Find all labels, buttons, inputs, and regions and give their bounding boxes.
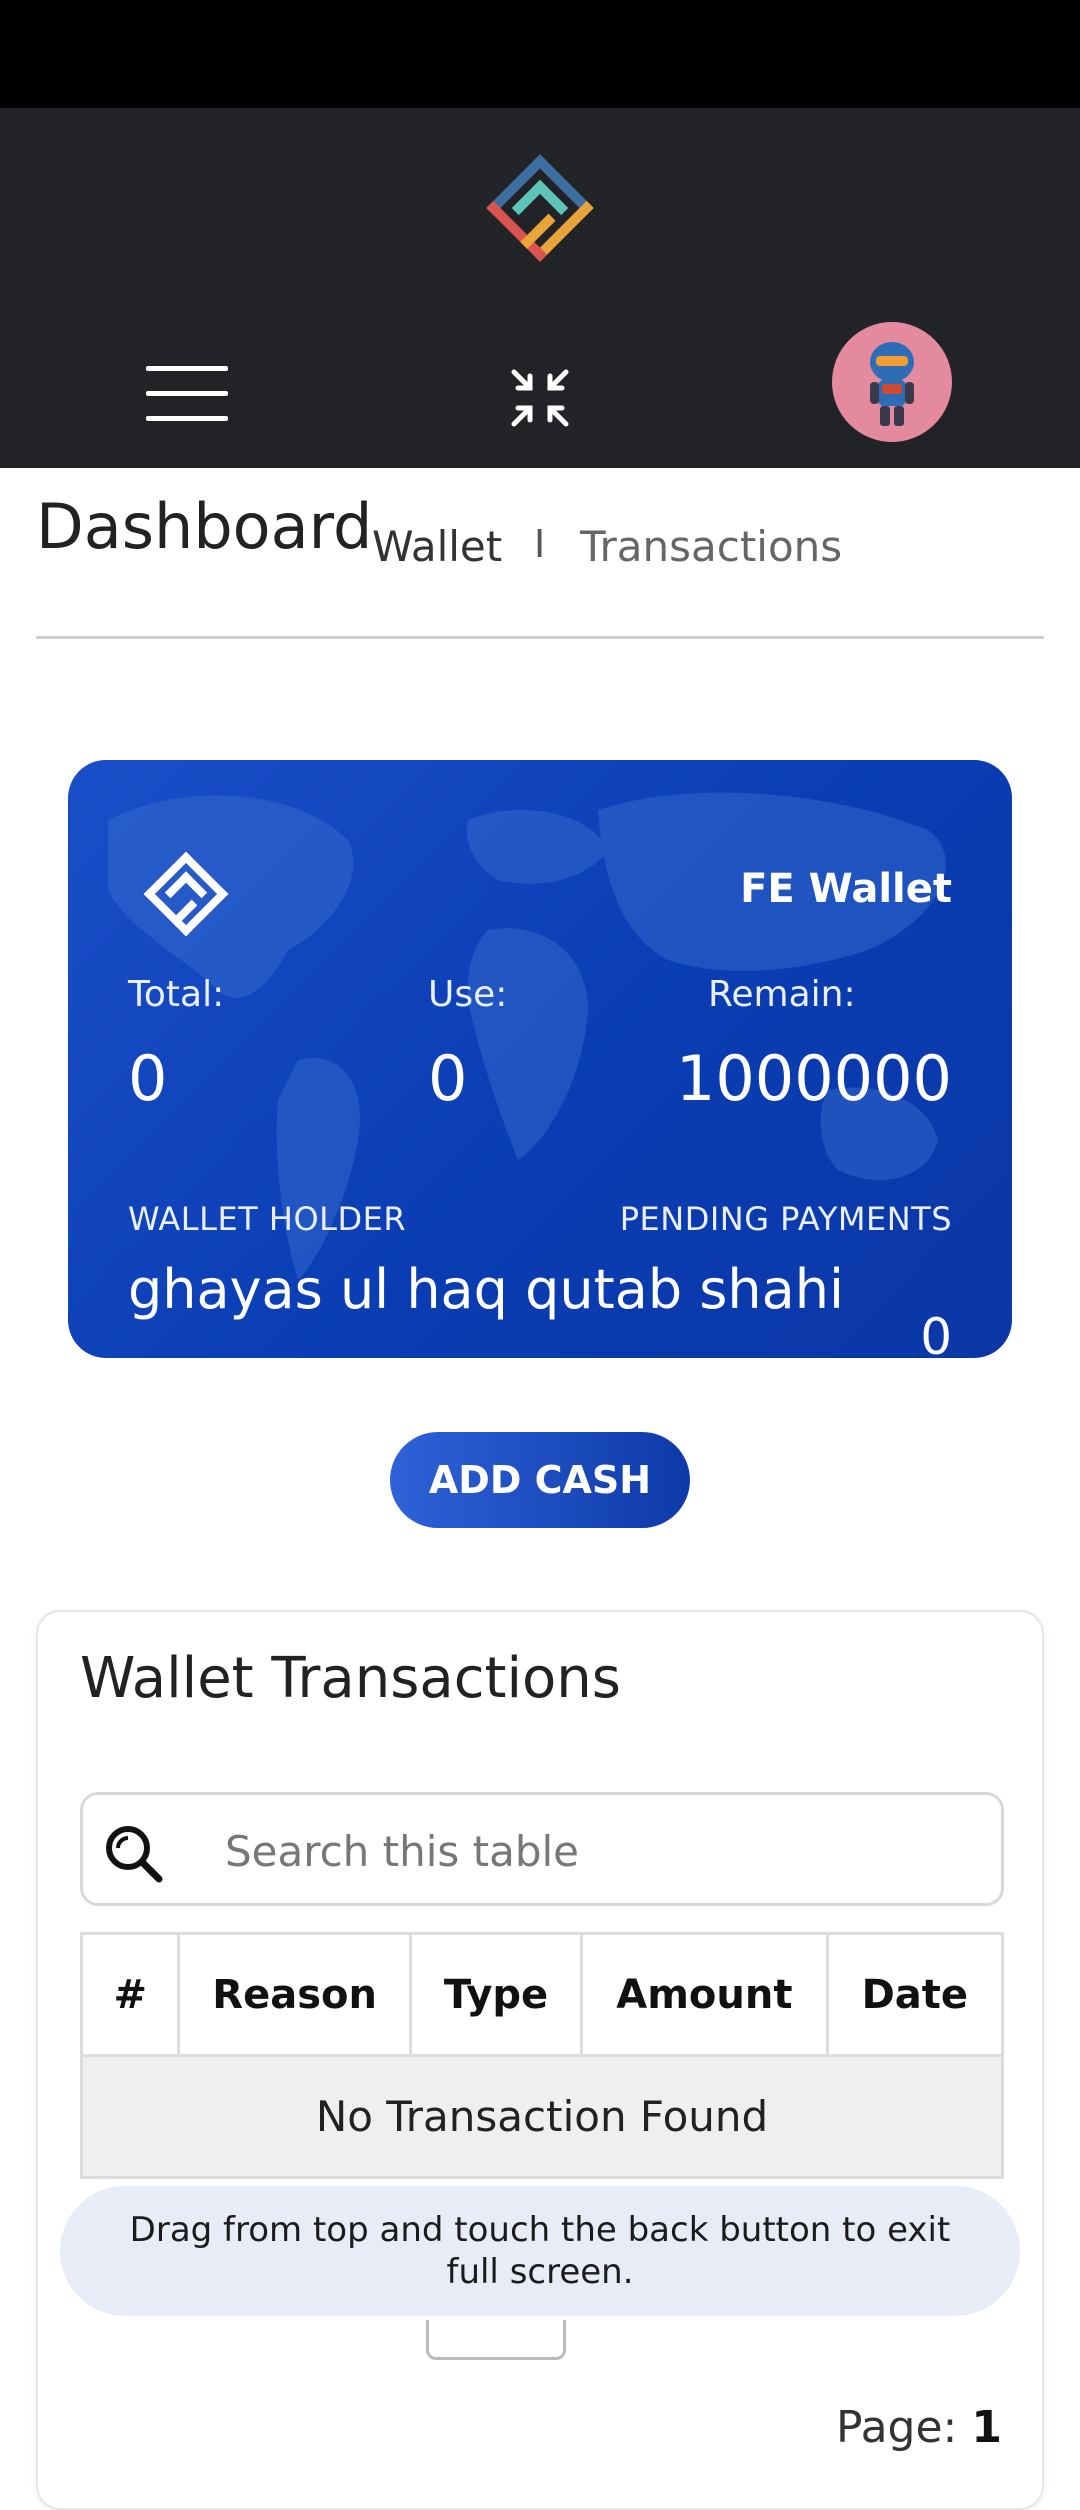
tab-wallet[interactable]: Wallet <box>372 522 502 571</box>
status-bar <box>0 0 1080 108</box>
use-value: 0 <box>428 1042 468 1115</box>
search-box[interactable] <box>80 1792 1004 1906</box>
avatar[interactable] <box>832 322 952 442</box>
robot-avatar-icon <box>870 342 914 426</box>
pending-payments-label: PENDING PAYMENTS <box>619 1200 952 1238</box>
wallet-name: FE Wallet <box>740 866 952 912</box>
total-value: 0 <box>128 1042 168 1115</box>
fe-logo-icon[interactable] <box>462 130 618 286</box>
search-icon <box>106 1826 163 1883</box>
transactions-table: # Reason Type Amount Date No Transaction… <box>79 1932 1005 2179</box>
add-cash-button[interactable]: ADD CASH <box>390 1432 690 1528</box>
use-label: Use: <box>428 974 508 1015</box>
total-label: Total: <box>128 974 225 1015</box>
tab-separator: I <box>534 522 546 566</box>
table-row: No Transaction Found <box>80 2054 1004 2179</box>
column-header-reason[interactable]: Reason <box>177 1932 412 2057</box>
card-logo-icon <box>143 851 229 937</box>
pagination-control[interactable] <box>426 2320 566 2360</box>
header-divider <box>36 636 1044 639</box>
exit-fullscreen-icon[interactable] <box>506 364 574 432</box>
pending-payments-value: 0 <box>920 1308 952 1358</box>
fullscreen-toast: Drag from top and touch the back button … <box>60 2186 1020 2316</box>
search-input[interactable] <box>225 1819 965 1883</box>
column-header-number[interactable]: # <box>79 1932 181 2057</box>
page-indicator: Page: 1 <box>836 2402 1002 2453</box>
tab-transactions[interactable]: Transactions <box>580 522 842 571</box>
column-header-date[interactable]: Date <box>825 1932 1005 2057</box>
table-header-row: # Reason Type Amount Date <box>79 1932 1005 2057</box>
remain-label: Remain: <box>708 974 856 1015</box>
wallet-holder-label: WALLET HOLDER <box>128 1200 407 1238</box>
page-title: Dashboard <box>36 490 373 563</box>
page-label: Page: <box>836 2402 958 2453</box>
wallet-transactions-title: Wallet Transactions <box>80 1646 621 1711</box>
wallet-transactions-panel: Wallet Transactions # Reason Type Amount… <box>36 1610 1044 2510</box>
page-number: 1 <box>971 2402 1002 2453</box>
remain-value: 1000000 <box>675 1042 952 1115</box>
app-header <box>0 108 1080 468</box>
wallet-holder-name: ghayas ul haq qutab shahi <box>128 1258 844 1321</box>
column-header-type[interactable]: Type <box>408 1932 584 2057</box>
wallet-card: FE Wallet Total: 0 Use: 0 Remain: 100000… <box>68 760 1012 1358</box>
hamburger-menu-icon[interactable] <box>146 366 228 422</box>
empty-table-message: No Transaction Found <box>80 2054 1004 2179</box>
column-header-amount[interactable]: Amount <box>580 1932 829 2057</box>
